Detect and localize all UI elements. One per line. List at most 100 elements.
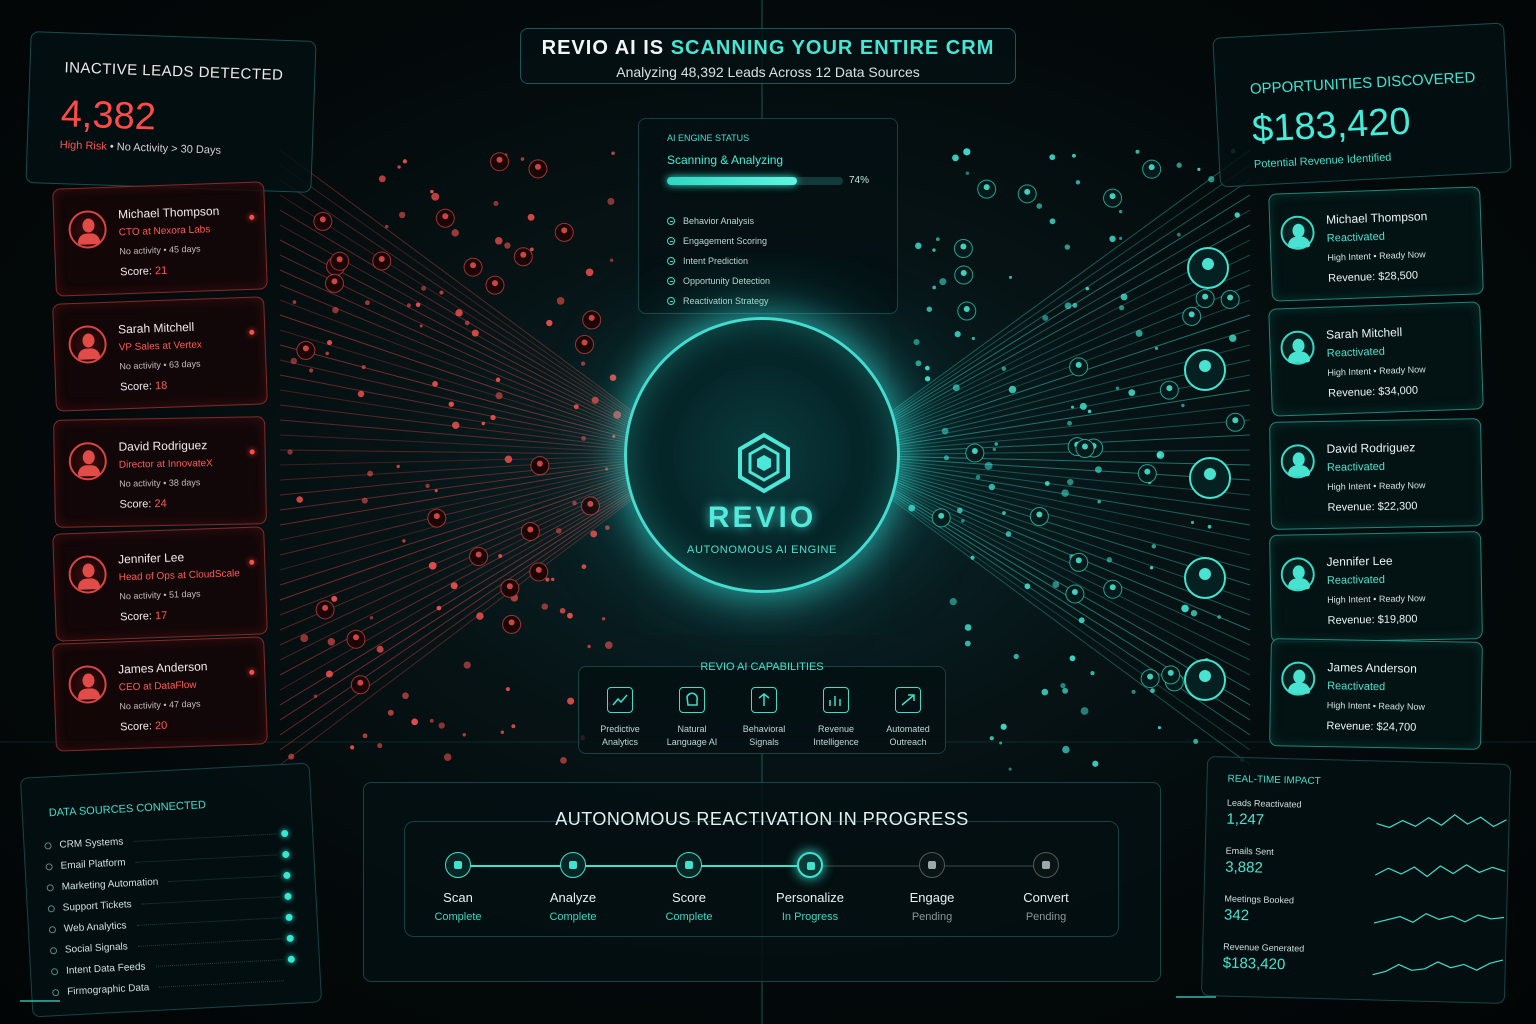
engine-task-label: Engagement Scoring xyxy=(683,236,768,246)
lead-revenue: Revenue: $19,800 xyxy=(1327,613,1418,627)
data-source-label: Support Tickets xyxy=(62,899,132,914)
lead-revenue: Revenue: $34,000 xyxy=(1327,384,1419,400)
reactivated-lead-card[interactable]: Sarah Mitchell Reactivated High Intent • R… xyxy=(1268,301,1484,417)
step-label: Convert xyxy=(1023,890,1069,905)
dotted-leader xyxy=(135,854,278,863)
capability-label-line: Natural xyxy=(677,724,707,734)
data-sources-title: Data Sources Connected xyxy=(48,799,207,820)
impact-metric: Leads Reactivated 1,247 xyxy=(1226,798,1507,851)
lead-role: CTO at Nexora Labs xyxy=(118,224,211,239)
dotted-leader xyxy=(133,833,277,842)
data-source-label: Intent Data Feeds xyxy=(65,961,146,977)
avatar-head xyxy=(82,218,95,233)
chart-icon xyxy=(607,687,633,713)
revio-brand-name: REVIO xyxy=(707,501,817,534)
reactivation-step-convert[interactable]: Convert Pending xyxy=(991,852,1101,923)
capability-item[interactable]: Revenue Intelligence xyxy=(801,687,871,749)
lead-revenue: Revenue: $28,500 xyxy=(1327,269,1419,285)
lead-score-value: 18 xyxy=(154,379,168,393)
reactivation-step-analyze[interactable]: Analyze Complete xyxy=(518,852,628,923)
reactivation-step-scan[interactable]: Scan Complete xyxy=(403,852,513,923)
avatar-head xyxy=(1292,565,1305,580)
lead-role: Director at InnovateX xyxy=(118,458,213,471)
capability-label-line: Signals xyxy=(749,737,779,747)
avatar xyxy=(67,664,108,705)
lead-status: Reactivated xyxy=(1326,573,1386,587)
lead-score-value: 17 xyxy=(154,609,168,623)
opportunities-amount: $183,420 xyxy=(1251,100,1412,151)
inactive-lead-card[interactable]: James Anderson CEO at DataFlow No activity… xyxy=(52,636,268,752)
avatar-head xyxy=(82,450,95,465)
step-node-icon xyxy=(919,852,945,878)
lead-inactivity: No activity • 63 days xyxy=(119,358,201,372)
step-node-icon xyxy=(676,852,702,878)
capability-label-line: Outreach xyxy=(889,737,927,747)
header-subtitle: Analyzing 48,392 Leads Across 12 Data So… xyxy=(616,64,920,80)
reactivated-lead-card[interactable]: Jennifer Lee Reactivated High Intent • Rea… xyxy=(1269,531,1483,643)
lead-intent: High Intent • Ready Now xyxy=(1326,700,1426,712)
inactive-leads-count: 4,382 xyxy=(60,93,157,139)
reactivation-step-personalize[interactable]: Personalize In Progress xyxy=(755,852,865,923)
data-source-label: Email Platform xyxy=(60,857,126,872)
signal-icon xyxy=(751,687,777,713)
avatar-body xyxy=(1287,465,1311,477)
lead-score: Score: 21 xyxy=(120,265,167,279)
capability-label: Behavioral Signals xyxy=(729,723,799,749)
capability-label: Natural Language AI xyxy=(657,723,727,749)
avatar xyxy=(67,209,108,250)
capability-label-line: Language AI xyxy=(666,737,718,747)
lead-inactivity: No activity • 51 days xyxy=(119,588,201,602)
capability-item[interactable]: Automated Outreach xyxy=(873,687,943,749)
check-circle-icon xyxy=(667,217,675,225)
frame-corner xyxy=(1176,996,1216,1004)
reactivation-step-score[interactable]: Score Complete xyxy=(634,852,744,923)
data-sources-list: CRM Systems Email Platform Marketing Autom… xyxy=(44,822,308,1003)
inactive-lead-card[interactable]: Jennifer Lee Head of Ops at CloudScale No … xyxy=(52,526,268,642)
dotted-leader xyxy=(136,917,281,926)
inactive-leads-note: High Risk • No Activity > 30 Days xyxy=(59,139,222,157)
avatar-body xyxy=(77,688,101,700)
capability-item[interactable]: Natural Language AI xyxy=(657,687,727,749)
step-label: Scan xyxy=(443,890,473,905)
avatar-body xyxy=(77,465,101,477)
lead-role: Head of Ops at CloudScale xyxy=(118,568,241,584)
capability-label-line: Behavioral xyxy=(742,724,786,734)
lead-inactivity: No activity • 47 days xyxy=(119,698,201,712)
capability-label-line: Analytics xyxy=(601,737,638,747)
lead-score-label: Score: xyxy=(119,720,156,734)
reactivation-step-engage[interactable]: Engage Pending xyxy=(877,852,987,923)
inactive-lead-card[interactable]: Michael Thompson CTO at Nexora Labs No act… xyxy=(52,181,268,297)
status-dot xyxy=(249,559,255,565)
lead-name: Michael Thompson xyxy=(117,203,220,222)
inactive-lead-card[interactable]: Sarah Mitchell VP Sales at Vertex No activ… xyxy=(52,296,268,412)
avatar-head xyxy=(82,673,95,688)
connected-status-dot xyxy=(284,892,292,901)
capability-item[interactable]: Behavioral Signals xyxy=(729,687,799,749)
dotted-leader xyxy=(159,980,284,988)
avatar-body xyxy=(1287,578,1311,590)
lead-intent: High Intent • Ready Now xyxy=(1327,249,1426,263)
capabilities-title: REVIO AI CAPABILITIES xyxy=(700,661,824,673)
avatar-head xyxy=(82,563,95,578)
avatar-head xyxy=(82,333,95,348)
source-circle-icon xyxy=(47,905,55,913)
avatar-body xyxy=(1287,682,1311,694)
data-source-label: Marketing Automation xyxy=(61,876,159,893)
lead-name: James Anderson xyxy=(1327,660,1417,676)
lead-revenue: Revenue: $22,300 xyxy=(1327,500,1418,514)
engine-state: Scanning & Analyzing xyxy=(667,153,784,167)
lead-role: VP Sales at Vertex xyxy=(118,339,203,354)
step-status: Pending xyxy=(1025,911,1067,923)
avatar-body xyxy=(1287,236,1311,249)
step-status: In Progress xyxy=(781,911,839,923)
reactivated-lead-card[interactable]: James Anderson Reactivated High Intent • R… xyxy=(1269,638,1483,750)
data-sources-panel: Data Sources Connected CRM Systems Email … xyxy=(19,762,323,1018)
connected-status-dot xyxy=(282,850,290,859)
source-circle-icon xyxy=(50,968,59,976)
inactive-lead-card[interactable]: David Rodriguez Director at InnovateX No a… xyxy=(53,416,267,528)
capability-item[interactable]: Predictive Analytics xyxy=(585,687,655,749)
engine-task-label: Behavior Analysis xyxy=(683,216,755,226)
revenue-icon xyxy=(823,687,849,713)
reactivated-lead-card[interactable]: Michael Thompson Reactivated High Intent •… xyxy=(1268,186,1484,302)
reactivated-lead-card[interactable]: David Rodriguez Reactivated High Intent • … xyxy=(1269,418,1483,530)
